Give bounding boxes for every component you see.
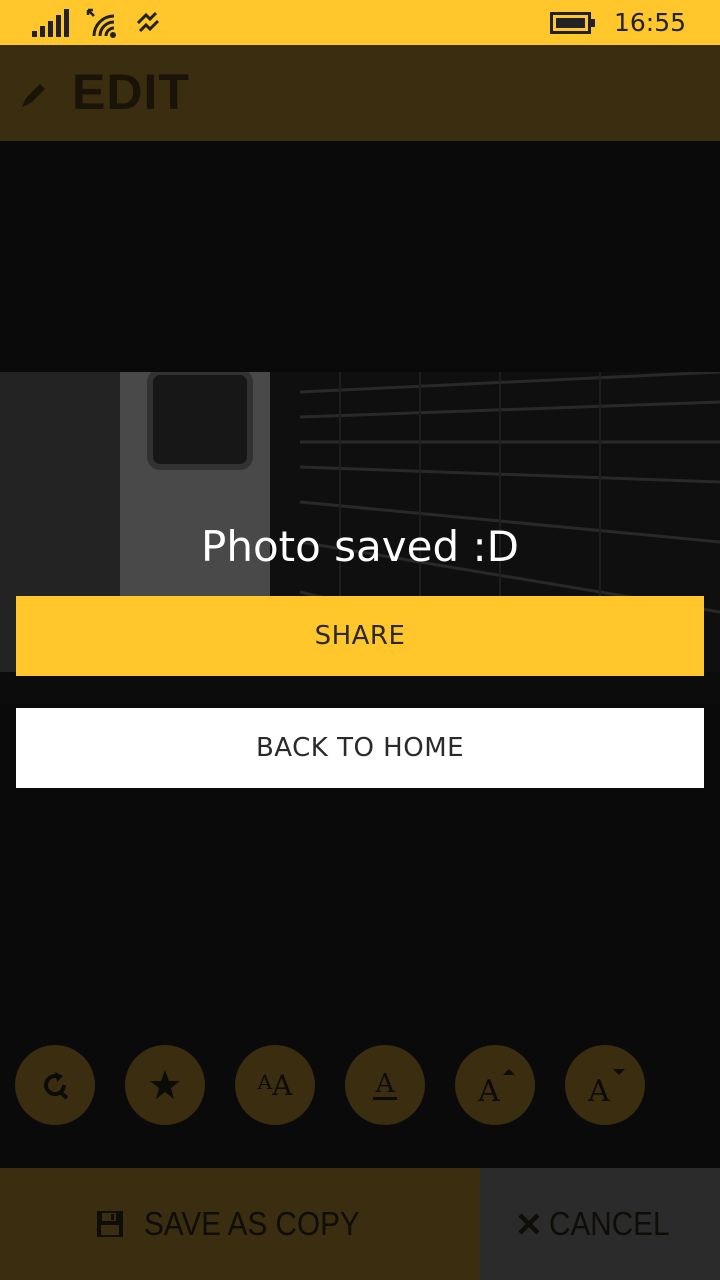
signal-bars-icon [32,9,69,37]
star-icon [150,1070,180,1099]
status-bar: 16:55 [0,0,720,45]
save-as-copy-label: SAVE AS COPY [144,1205,360,1242]
svg-text:A: A [587,1074,610,1105]
status-icons-right: 16:55 [549,0,686,45]
back-to-home-button[interactable]: BACK TO HOME [16,708,704,788]
battery-icon [549,11,595,34]
decrease-size-button[interactable]: A [565,1045,645,1125]
close-icon [518,1213,540,1235]
rotate-button[interactable] [15,1045,95,1125]
font-size-icon: AA [257,1068,293,1102]
clock: 16:55 [613,8,686,37]
photo-saved-message: Photo saved :D [201,522,519,571]
svg-text:A: A [477,1074,500,1105]
data-sync-icon [136,11,160,33]
status-icons-left [32,8,162,38]
svg-text:A: A [375,1069,396,1099]
tool-bar: AA A A A [15,1045,715,1125]
save-as-copy-button[interactable]: SAVE AS COPY [0,1168,480,1280]
bottom-action-bar: SAVE AS COPY CANCEL [0,1168,720,1280]
cancel-label: CANCEL [549,1205,670,1242]
font-size-button[interactable]: AA [235,1045,315,1125]
increase-size-icon: A [477,1069,515,1105]
favorite-button[interactable] [125,1045,205,1125]
increase-size-button[interactable]: A [455,1045,535,1125]
decrease-size-icon: A [587,1069,625,1105]
rotate-icon [44,1072,69,1100]
floppy-disk-icon [97,1211,124,1237]
wifi-icon [86,8,116,38]
app-header: EDIT [0,45,720,141]
pencil-icon [22,84,45,107]
page-title: EDIT [72,64,190,120]
share-button[interactable]: SHARE [16,596,704,676]
text-color-button[interactable]: A [345,1045,425,1125]
cancel-button[interactable]: CANCEL [480,1168,720,1280]
text-color-icon: A [373,1069,397,1100]
